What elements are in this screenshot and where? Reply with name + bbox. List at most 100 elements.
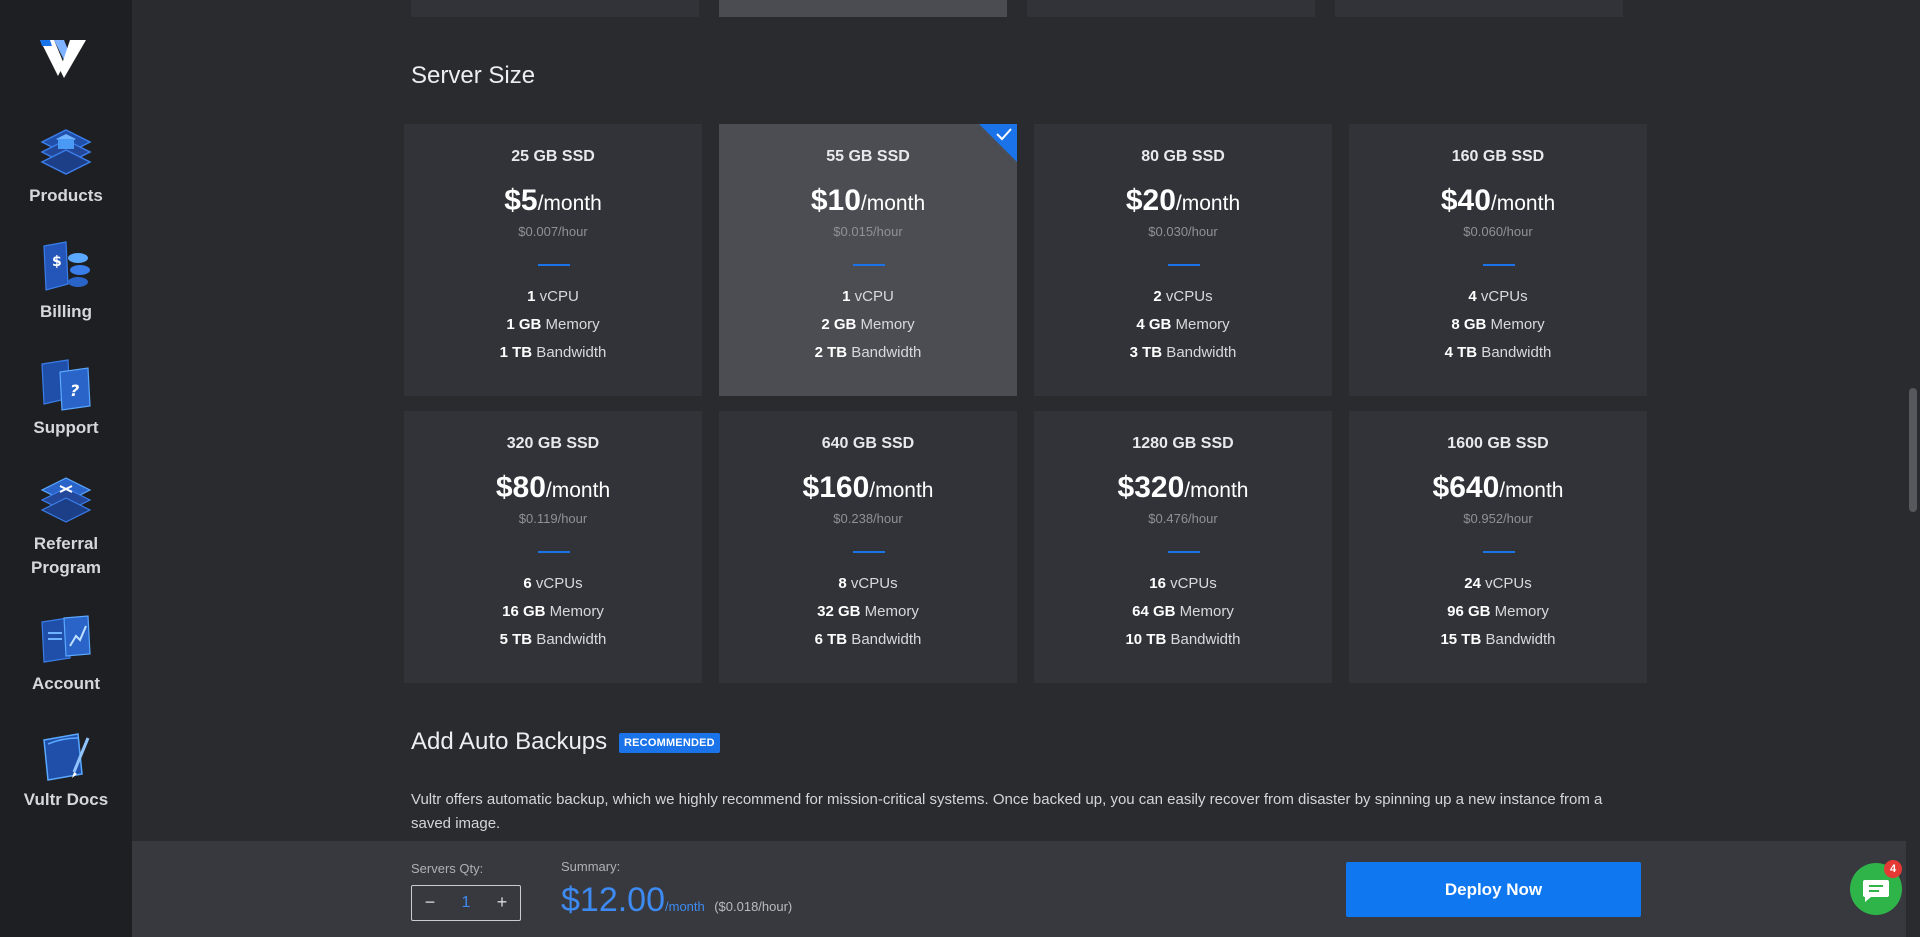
- plan-card[interactable]: 80 GB SSD $20/month $0.030/hour 2 vCPUs 4 GB…: [1034, 124, 1332, 396]
- plan-card[interactable]: 1600 GB SSD $640/month $0.952/hour 24 vCPUs…: [1349, 411, 1647, 683]
- summary-hourly: ($0.018/hour): [714, 899, 793, 914]
- summary-amount: $12.00/month ($0.018/hour): [561, 881, 792, 920]
- sidebar: Products $ Billing ? Support Referral Pr…: [0, 0, 132, 937]
- sidebar-item-label: Vultr Docs: [23, 790, 109, 809]
- quantity-input[interactable]: [446, 890, 486, 916]
- plan-memory: 8 GB Memory: [1349, 316, 1647, 333]
- plan-bandwidth-label: Bandwidth: [1477, 344, 1552, 361]
- plan-bandwidth-label: Bandwidth: [1166, 631, 1241, 648]
- sidebar-item-vultr-docs[interactable]: Vultr Docs: [0, 728, 132, 812]
- checkmark-icon: [996, 128, 1012, 141]
- plan-bandwidth: 10 TB Bandwidth: [1034, 631, 1332, 648]
- plan-price-amount: $160: [802, 471, 870, 504]
- deploy-bar: Servers Qty: − + Summary: $12.00/month (…: [132, 841, 1906, 937]
- plan-divider: [853, 264, 885, 266]
- plan-card[interactable]: 55 GB SSD $10/month $0.015/hour 1 vCPU 2 GB …: [719, 124, 1017, 396]
- decrement-button[interactable]: −: [418, 892, 442, 913]
- plan-storage: 160 GB SSD: [1451, 148, 1545, 165]
- plan-bandwidth-amount: 10 TB: [1125, 631, 1167, 648]
- server-size-title: Server Size: [411, 62, 536, 89]
- plan-bandwidth: 5 TB Bandwidth: [404, 631, 702, 648]
- plan-bandwidth: 2 TB Bandwidth: [719, 344, 1017, 361]
- summary-price: $12.00: [561, 881, 665, 919]
- plan-bandwidth-amount: 5 TB: [499, 631, 533, 648]
- plan-storage: 640 GB SSD: [821, 435, 915, 452]
- plan-bandwidth-label: Bandwidth: [532, 631, 607, 648]
- plan-hourly-price: $0.030/hour: [1148, 224, 1218, 239]
- plan-bandwidth-label: Bandwidth: [1162, 344, 1237, 361]
- sidebar-item-account[interactable]: Account: [0, 612, 132, 696]
- plan-cpu: 1 vCPU: [404, 288, 702, 305]
- auto-backups-title: Add Auto Backups: [411, 728, 608, 755]
- sidebar-item-support[interactable]: ? Support: [0, 356, 132, 440]
- plan-divider: [538, 264, 570, 266]
- plan-card[interactable]: 25 GB SSD $5/month $0.007/hour 1 vCPU 1 GB M…: [404, 124, 702, 396]
- previous-option-card[interactable]: [1027, 0, 1315, 17]
- plan-hourly-price: $0.015/hour: [833, 224, 903, 239]
- plan-price: $640/month: [1349, 471, 1647, 505]
- plan-price-amount: $80: [495, 471, 546, 504]
- plan-memory-amount: 16 GB: [502, 603, 546, 620]
- plan-cpu-label: vCPUs: [846, 575, 898, 592]
- increment-button[interactable]: +: [490, 892, 514, 913]
- plan-bandwidth-amount: 4 TB: [1444, 344, 1478, 361]
- plan-memory-amount: 8 GB: [1451, 316, 1487, 333]
- plan-storage: 1280 GB SSD: [1132, 435, 1234, 452]
- sidebar-item-label: Account: [32, 674, 100, 693]
- scrollbar-thumb[interactable]: [1909, 388, 1917, 512]
- previous-option-card[interactable]: [719, 0, 1007, 17]
- plan-price: $40/month: [1349, 184, 1647, 218]
- plan-price-period: /month: [537, 192, 602, 215]
- plan-cpu-label: vCPU: [535, 288, 579, 305]
- plan-memory-amount: 32 GB: [817, 603, 861, 620]
- plan-price-amount: $40: [1440, 184, 1491, 217]
- scrollbar[interactable]: [1906, 0, 1920, 937]
- plan-price-period: /month: [1499, 479, 1564, 502]
- plan-cpu-label: vCPU: [850, 288, 894, 305]
- plan-card[interactable]: 640 GB SSD $160/month $0.238/hour 8 vCPUs 32…: [719, 411, 1017, 683]
- plan-divider: [853, 551, 885, 553]
- deploy-now-button[interactable]: Deploy Now: [1346, 862, 1641, 917]
- plan-bandwidth-amount: 3 TB: [1129, 344, 1163, 361]
- referral-icon: [40, 477, 92, 523]
- plan-price-amount: $640: [1432, 471, 1500, 504]
- sidebar-item-billing[interactable]: $ Billing: [0, 240, 132, 324]
- sidebar-item-products[interactable]: Products: [0, 124, 132, 208]
- plan-bandwidth-amount: 1 TB: [499, 344, 533, 361]
- previous-option-card[interactable]: [1335, 0, 1623, 17]
- plan-memory: 32 GB Memory: [719, 603, 1017, 620]
- plan-cpu-label: vCPUs: [1165, 575, 1217, 592]
- plan-memory-label: Memory: [856, 316, 915, 333]
- plan-cpu-count: 8: [838, 575, 847, 592]
- vultr-logo-icon[interactable]: [40, 38, 88, 80]
- plan-memory-amount: 1 GB: [506, 316, 542, 333]
- plan-bandwidth: 1 TB Bandwidth: [404, 344, 702, 361]
- plan-divider: [1483, 264, 1515, 266]
- plan-price: $5/month: [404, 184, 702, 218]
- plan-bandwidth: 4 TB Bandwidth: [1349, 344, 1647, 361]
- plan-price: $10/month: [719, 184, 1017, 218]
- plan-cpu: 6 vCPUs: [404, 575, 702, 592]
- svg-text:$: $: [52, 254, 62, 270]
- plan-cpu-count: 24: [1464, 575, 1481, 592]
- plan-hourly-price: $0.060/hour: [1463, 224, 1533, 239]
- sidebar-item-label: Products: [29, 186, 103, 205]
- plan-hourly-price: $0.476/hour: [1148, 511, 1218, 526]
- plan-price-period: /month: [545, 479, 611, 502]
- plan-price-period: /month: [1184, 479, 1249, 502]
- plan-card[interactable]: 320 GB SSD $80/month $0.119/hour 6 vCPUs 16 …: [404, 411, 702, 683]
- support-icon: ?: [41, 359, 91, 411]
- chat-notification-badge: 4: [1884, 860, 1902, 878]
- plan-cpu-label: vCPUs: [1476, 288, 1528, 305]
- plan-card[interactable]: 160 GB SSD $40/month $0.060/hour 4 vCPUs 8 G…: [1349, 124, 1647, 396]
- sidebar-item-label: Support: [33, 418, 99, 437]
- plan-card[interactable]: 1280 GB SSD $320/month $0.476/hour 16 vCPUs…: [1034, 411, 1332, 683]
- plan-cpu-count: 6: [523, 575, 532, 592]
- plan-memory-label: Memory: [541, 316, 600, 333]
- plan-cpu: 4 vCPUs: [1349, 288, 1647, 305]
- sidebar-item-referral-program[interactable]: Referral Program: [0, 472, 132, 580]
- plan-divider: [538, 551, 570, 553]
- plan-bandwidth-amount: 2 TB: [814, 344, 848, 361]
- previous-option-card[interactable]: [411, 0, 699, 17]
- plan-memory-label: Memory: [545, 603, 604, 620]
